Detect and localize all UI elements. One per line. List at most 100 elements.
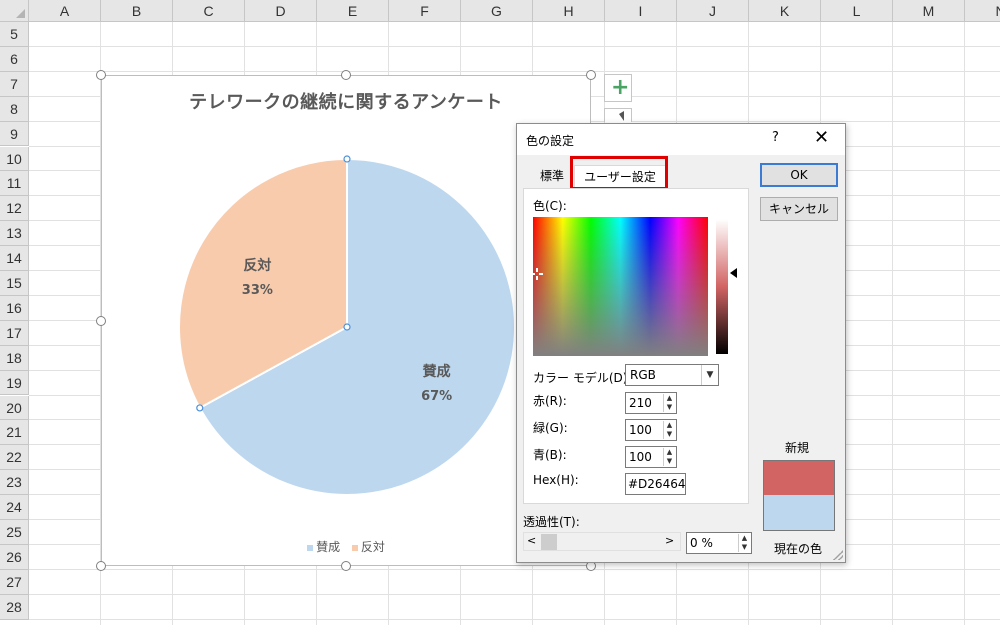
slice-selection-point[interactable] [196,404,204,412]
row-header-8[interactable]: 8 [0,96,29,122]
chart-styles-button[interactable] [604,108,632,122]
column-header-G[interactable]: G [461,0,533,22]
resize-handle-top[interactable] [341,70,351,80]
row-header-23[interactable]: 23 [0,470,29,496]
row-header-17[interactable]: 17 [0,320,29,346]
spin-down-icon[interactable]: ▼ [664,457,675,466]
transparency-input[interactable]: 0 % ▲ ▼ [686,532,752,554]
hex-input[interactable]: #D26464 [625,473,686,495]
spin-up-icon[interactable]: ▲ [664,448,675,457]
resize-handle-bottom-left[interactable] [96,561,106,571]
spin-up-icon[interactable]: ▲ [664,421,675,430]
legend-label: 賛成 [316,540,341,554]
column-header-J[interactable]: J [677,0,749,22]
spin-down-icon[interactable]: ▼ [739,543,750,552]
gridline-vertical [964,22,965,625]
chevron-left-icon[interactable]: < [527,534,536,547]
resize-grip-icon[interactable] [833,550,843,560]
help-button[interactable]: ? [772,130,779,145]
row-header-28[interactable]: 28 [0,594,29,620]
blue-label: 青(B): [533,448,567,462]
resize-handle-bottom[interactable] [341,561,351,571]
color-spectrum-picker[interactable] [533,217,708,356]
row-header-22[interactable]: 22 [0,445,29,471]
color-model-label: カラー モデル(D): [533,371,632,385]
row-header-13[interactable]: 13 [0,221,29,247]
column-header-H[interactable]: H [533,0,605,22]
row-header-21[interactable]: 21 [0,420,29,446]
transparency-slider-thumb[interactable] [541,534,557,550]
legend-item-反対[interactable]: 反対 [351,538,385,555]
tab-standard[interactable]: 標準 [529,165,575,189]
select-all-corner[interactable] [0,0,29,22]
red-input[interactable]: 210 ▲ ▼ [625,392,677,414]
red-spinner[interactable]: ▲ ▼ [663,394,675,412]
red-value: 210 [629,396,652,410]
column-header-C[interactable]: C [173,0,245,22]
row-header-20[interactable]: 20 [0,395,29,421]
chevron-down-icon[interactable]: ▼ [701,365,718,385]
resize-handle-top-right[interactable] [586,70,596,80]
spin-down-icon[interactable]: ▼ [664,430,675,439]
hex-label: Hex(H): [533,473,579,487]
row-header-18[interactable]: 18 [0,345,29,371]
row-header-27[interactable]: 27 [0,569,29,595]
gridline-vertical [892,22,893,625]
column-header-F[interactable]: F [389,0,461,22]
row-header-16[interactable]: 16 [0,295,29,321]
row-header-26[interactable]: 26 [0,544,29,570]
row-header-14[interactable]: 14 [0,246,29,271]
resize-handle-left[interactable] [96,316,106,326]
column-header-I[interactable]: I [605,0,677,22]
row-header-9[interactable]: 9 [0,121,29,147]
column-header-A[interactable]: A [29,0,101,22]
slice-selection-point[interactable] [343,155,351,163]
column-header-E[interactable]: E [317,0,389,22]
transparency-spinner[interactable]: ▲ ▼ [738,534,750,552]
row-header-24[interactable]: 24 [0,495,29,520]
cancel-button[interactable]: キャンセル [760,197,838,221]
column-header-N[interactable]: N [965,0,1000,22]
gridline-horizontal [29,568,1000,570]
chart-elements-button[interactable]: + [604,74,632,102]
row-header-12[interactable]: 12 [0,196,29,222]
data-label-value-賛成: 67% [421,389,452,404]
plus-icon: + [611,75,630,100]
row-header-5[interactable]: 5 [0,22,29,47]
color-model-select[interactable]: RGB ▼ [625,364,719,386]
color-dialog[interactable]: 色の設定 ? ✕ 標準 ユーザー設定 色(C): カラー モデル(D): RGB… [516,123,846,563]
spin-up-icon[interactable]: ▲ [739,534,750,543]
gridline-horizontal [29,618,1000,620]
row-header-11[interactable]: 11 [0,171,29,197]
dialog-titlebar[interactable]: 色の設定 ? ✕ [517,124,845,155]
crosshair-icon[interactable] [531,268,543,280]
legend-swatch [307,544,314,551]
column-header-B[interactable]: B [101,0,173,22]
column-header-M[interactable]: M [893,0,965,22]
row-header-7[interactable]: 7 [0,71,29,97]
spin-up-icon[interactable]: ▲ [664,394,675,403]
resize-handle-top-left[interactable] [96,70,106,80]
column-header-K[interactable]: K [749,0,821,22]
close-button[interactable]: ✕ [814,127,829,148]
luminance-slider[interactable] [716,219,728,354]
column-header-D[interactable]: D [245,0,317,22]
ok-button[interactable]: OK [760,163,838,187]
column-header-L[interactable]: L [821,0,893,22]
row-header-25[interactable]: 25 [0,520,29,545]
spin-down-icon[interactable]: ▼ [664,403,675,412]
blue-spinner[interactable]: ▲ ▼ [663,448,675,466]
green-input[interactable]: 100 ▲ ▼ [625,419,677,441]
legend-item-賛成[interactable]: 賛成 [307,538,340,555]
data-label-category-反対: 反対 [243,257,271,274]
chevron-right-icon[interactable]: > [665,534,674,547]
slice-selection-point[interactable] [343,323,351,331]
green-spinner[interactable]: ▲ ▼ [663,421,675,439]
luminance-arrow-icon[interactable] [730,268,737,278]
row-header-15[interactable]: 15 [0,271,29,296]
row-header-6[interactable]: 6 [0,46,29,72]
row-header-10[interactable]: 10 [0,146,29,172]
transparency-label: 透過性(T): [523,515,580,529]
blue-input[interactable]: 100 ▲ ▼ [625,446,677,468]
row-header-19[interactable]: 19 [0,370,29,396]
